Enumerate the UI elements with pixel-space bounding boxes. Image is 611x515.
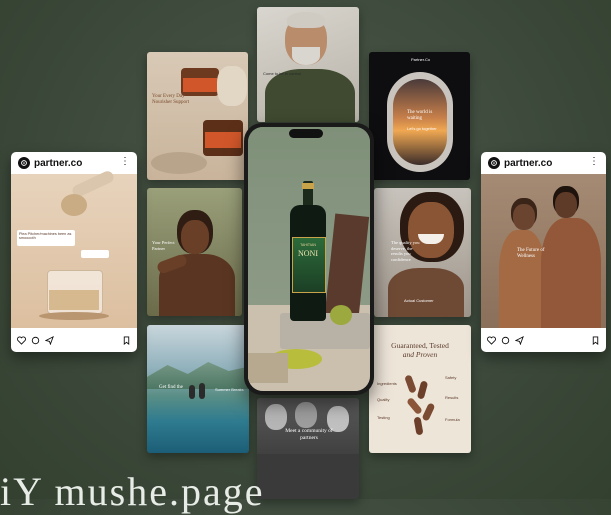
tile-infinity-pool: Get find the Summer Breaks <box>147 325 249 453</box>
bookmark-icon[interactable] <box>591 335 600 345</box>
woman-caption: Your Perfect Partner <box>152 240 175 251</box>
tile-smiling-man: Come to be in control <box>257 7 359 122</box>
comment-icon[interactable] <box>31 336 40 345</box>
phone-screen: TAHITIAN NONI <box>248 127 370 391</box>
post-image: The Future of Wellness <box>481 174 606 328</box>
comment-icon[interactable] <box>501 336 510 345</box>
share-icon[interactable] <box>45 335 54 345</box>
tile-pills: Guaranteed, Tested and Proven Ingredient… <box>369 325 471 453</box>
man-caption: Come to be in control <box>263 71 302 76</box>
window-brand: Partner.Co <box>411 57 431 62</box>
more-options-icon[interactable]: ⋮ <box>120 157 130 167</box>
tile-woman-portrait: Your Perfect Partner <box>147 188 242 316</box>
post-caption: Plea Pitcher/machines been as smooooth <box>19 232 72 240</box>
pills-title: Guaranteed, Tested and Proven <box>391 341 449 359</box>
pill-label: Testing <box>377 415 390 420</box>
brand-name: partner.co <box>34 157 83 169</box>
pill-label: Results <box>445 395 459 400</box>
product-bottle: TAHITIAN NONI <box>290 181 326 321</box>
brand-logo-icon <box>488 157 500 169</box>
tile-jars: Your Every Day Nourisher Support <box>147 52 248 180</box>
tile-smiling-woman: The quality you deserve, the results you… <box>374 188 471 317</box>
instagram-post-left: partner.co ⋮ Plea Pitcher/machines been … <box>11 152 137 352</box>
like-icon[interactable] <box>17 335 26 345</box>
phone-mockup: TAHITIAN NONI <box>244 123 374 395</box>
community-caption: Meet a community of partners <box>285 428 333 441</box>
jar-caption: Your Every Day Nourisher Support <box>152 94 190 106</box>
tile-airplane-window: Partner.Co The world is waiting Let's go… <box>369 52 470 180</box>
pool-subcaption: Summer Breaks <box>215 387 244 392</box>
post-header: partner.co ⋮ <box>11 152 137 174</box>
pill-label: Ingredients <box>377 381 397 386</box>
more-options-icon[interactable]: ⋮ <box>589 157 599 167</box>
instagram-post-right: partner.co ⋮ The Future of Wellness <box>481 152 606 352</box>
post-image: Plea Pitcher/machines been as smooooth <box>11 169 137 328</box>
window-subcaption: Let's go together <box>407 126 437 131</box>
window-caption: The world is waiting <box>407 110 433 122</box>
bottom-overlay-text: iY mushe.page <box>0 469 265 514</box>
share-icon[interactable] <box>515 335 524 345</box>
smiling-caption: The quality you deserve, the results you… <box>391 240 420 262</box>
brand-name: partner.co <box>504 157 553 169</box>
bottle-brand: NONI <box>298 249 318 258</box>
post-header: partner.co ⋮ <box>481 152 606 174</box>
post-caption: The Future of Wellness <box>517 248 545 260</box>
bottle-sub: TAHITIAN <box>300 243 316 247</box>
phone-notch <box>289 129 323 138</box>
like-icon[interactable] <box>487 335 496 345</box>
brand-logo-icon <box>18 157 30 169</box>
post-actions <box>481 328 606 352</box>
pool-caption: Get find the <box>159 385 183 390</box>
pill-label: Safety <box>445 375 457 380</box>
pill-label: Quality <box>377 397 390 402</box>
bookmark-icon[interactable] <box>122 335 131 345</box>
pill-label: Formula <box>445 417 460 422</box>
smiling-subcaption: Actual Customer <box>404 298 434 303</box>
post-actions <box>11 328 137 352</box>
